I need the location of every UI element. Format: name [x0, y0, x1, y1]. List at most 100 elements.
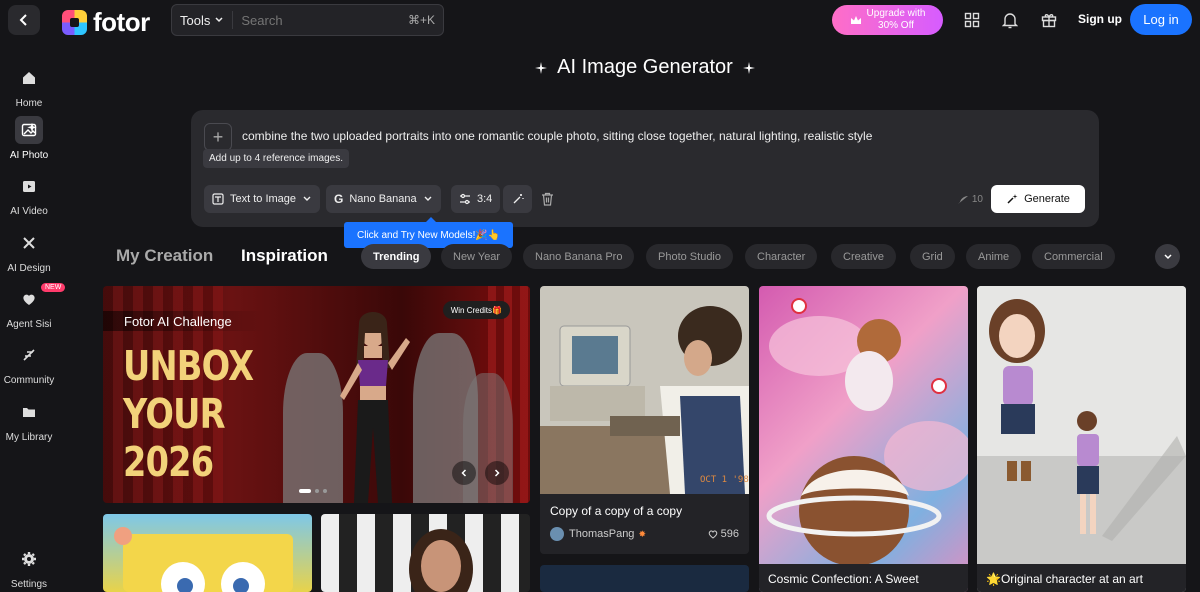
card-painter-author[interactable]: ThomasPang	[569, 528, 634, 540]
sidebar-item-ai-design[interactable]: AI Design	[0, 229, 58, 274]
logo-text: fotor	[93, 7, 150, 37]
generator-title: AI Image Generator	[0, 56, 1200, 79]
generator-title-text: AI Image Generator	[557, 56, 733, 78]
login-button[interactable]: Log in	[1130, 4, 1192, 35]
card-painter-likes: 596	[720, 528, 739, 540]
sidebar-label-ai-video: AI Video	[10, 206, 48, 217]
tab-inspiration[interactable]: Inspiration	[241, 246, 328, 266]
sidebar-item-settings[interactable]: Settings	[0, 545, 58, 590]
card-character-title: 🌟Original character at an art	[977, 564, 1186, 592]
delete-button[interactable]	[541, 192, 554, 211]
mode-dropdown[interactable]: Text to Image	[204, 185, 321, 213]
prompt-input[interactable]: combine the two uploaded portraits into …	[242, 129, 872, 143]
bell-icon	[1002, 12, 1018, 28]
add-reference-button[interactable]: +	[204, 123, 232, 151]
carousel-dot[interactable]	[323, 489, 327, 493]
headline-line-2: YOUR	[123, 390, 225, 438]
model-dropdown[interactable]: G Nano Banana	[326, 185, 441, 213]
character-image	[977, 286, 1186, 564]
carousel-next-button[interactable]	[485, 461, 509, 485]
chevron-left-icon	[19, 14, 27, 26]
agent-icon: NEW	[15, 283, 66, 313]
gift-button[interactable]	[1037, 8, 1061, 32]
win-credits-badge: Win Credits🎁	[442, 301, 510, 319]
sidebar-item-my-library[interactable]: My Library	[0, 398, 58, 443]
text-to-image-icon	[212, 193, 224, 205]
sidebar-item-agent-sisi[interactable]: NEW Agent Sisi	[0, 283, 66, 330]
chip-anime[interactable]: Anime	[966, 244, 1022, 269]
community-icon	[15, 341, 43, 369]
chip-new-year[interactable]: New Year	[441, 244, 513, 269]
photo-stamp: OCT 1 '98	[700, 475, 749, 485]
verified-icon: ✸	[638, 528, 646, 539]
apps-grid-button[interactable]	[960, 8, 984, 32]
search-bar[interactable]: Tools ⌘+K	[171, 4, 444, 36]
chevron-down-icon	[303, 196, 311, 201]
tab-my-creation[interactable]: My Creation	[116, 246, 213, 266]
portrait-image	[409, 529, 473, 592]
magic-wand-button[interactable]	[503, 185, 532, 213]
card-sponge[interactable]	[103, 514, 312, 592]
dancer-image	[340, 312, 410, 503]
cosmic-image	[766, 298, 968, 564]
headline-line-1: UNBOX	[123, 342, 254, 390]
sparkle-wand-icon	[1007, 194, 1018, 204]
folder-icon	[15, 398, 43, 426]
ai-photo-icon	[15, 116, 43, 144]
sidebar-item-community[interactable]: Community	[0, 341, 58, 386]
sidebar-label-my-library: My Library	[5, 432, 53, 443]
carousel-dot-active[interactable]	[299, 489, 311, 493]
painter-photo: OCT 1 '98	[540, 286, 749, 494]
like-button[interactable]: 596	[708, 528, 739, 540]
sparkle-icon	[535, 61, 548, 74]
sidebar-item-ai-photo[interactable]: AI Photo	[0, 116, 58, 161]
feather-icon	[957, 195, 968, 204]
trash-icon	[542, 192, 553, 206]
sidebar-item-ai-video[interactable]: AI Video	[0, 172, 58, 217]
chip-character[interactable]: Character	[745, 244, 818, 269]
chip-photo-studio[interactable]: Photo Studio	[646, 244, 733, 269]
tools-label: Tools	[180, 12, 211, 28]
chip-nano-banana-pro[interactable]: Nano Banana Pro	[523, 244, 635, 269]
carousel-dot[interactable]	[315, 489, 319, 493]
google-icon: G	[334, 192, 344, 206]
carousel-prev-button[interactable]	[452, 461, 476, 485]
fotor-logo-icon	[62, 10, 87, 35]
sidebar-label-ai-design: AI Design	[7, 263, 51, 274]
card-next[interactable]	[540, 565, 749, 592]
silhouette	[463, 373, 513, 503]
ratio-label: 3:4	[477, 193, 493, 205]
chip-commercial[interactable]: Commercial	[1032, 244, 1115, 269]
back-button[interactable]	[8, 5, 40, 35]
sparkle-icon	[742, 61, 755, 74]
apps-grid-icon	[964, 12, 980, 28]
more-categories-button[interactable]	[1155, 244, 1180, 269]
notifications-button[interactable]	[998, 8, 1022, 32]
card-character[interactable]: 🌟Original character at an art	[977, 286, 1186, 592]
ratio-button[interactable]: 3:4	[451, 185, 501, 213]
upgrade-button[interactable]: Upgrade with 30% Off	[832, 5, 943, 35]
avatar[interactable]	[550, 527, 564, 541]
generate-label: Generate	[1024, 193, 1070, 205]
card-painter[interactable]: OCT 1 '98 Copy of a copy of a copy Thoma…	[540, 286, 749, 554]
chip-trending[interactable]: Trending	[361, 244, 432, 269]
card-portrait[interactable]	[321, 514, 530, 592]
add-reference-tooltip: Add up to 4 reference images.	[203, 149, 349, 168]
headline-line-3: 2026	[123, 438, 214, 486]
chevron-down-icon	[424, 196, 432, 201]
magic-wand-icon	[513, 194, 524, 204]
card-cosmic[interactable]: Cosmic Confection: A Sweet	[759, 286, 968, 592]
tools-dropdown[interactable]: Tools	[172, 11, 234, 29]
generate-button[interactable]: Generate	[991, 185, 1085, 213]
challenge-label: Fotor AI Challenge	[103, 311, 263, 331]
heart-icon	[708, 529, 717, 539]
chevron-down-icon	[215, 17, 223, 23]
chip-grid[interactable]: Grid	[910, 244, 955, 269]
signup-link[interactable]: Sign up	[1078, 12, 1122, 26]
sidebar-label-agent-sisi: Agent Sisi	[6, 319, 52, 330]
fotor-logo[interactable]: fotor	[62, 7, 150, 38]
challenge-banner[interactable]: Fotor AI Challenge UNBOX YOUR 2026 Win C…	[103, 286, 530, 503]
search-input[interactable]	[233, 12, 404, 28]
chip-creative[interactable]: Creative	[831, 244, 896, 269]
sponge-image	[114, 527, 293, 592]
